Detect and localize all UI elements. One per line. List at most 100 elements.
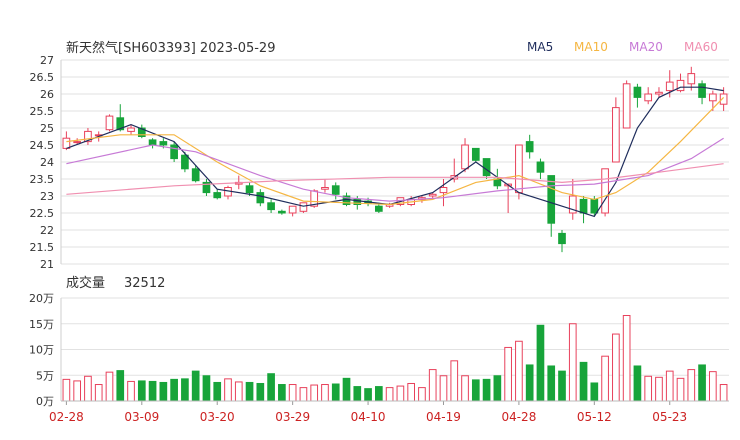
date-tick-label: 03-29 bbox=[275, 410, 310, 424]
volume-bar bbox=[181, 378, 189, 402]
volume-bar bbox=[461, 375, 469, 402]
legend-ma60: MA60 bbox=[684, 40, 718, 54]
volume-bar bbox=[342, 377, 351, 402]
candle-up bbox=[461, 144, 469, 170]
volume-bar bbox=[504, 346, 512, 402]
legend-ma20: MA20 bbox=[629, 40, 663, 54]
legend-ma10: MA10 bbox=[574, 40, 608, 54]
candle-up bbox=[127, 127, 135, 132]
candle-down bbox=[159, 141, 168, 146]
candle-up bbox=[321, 187, 329, 190]
candle-up bbox=[105, 115, 114, 131]
candle-down bbox=[493, 178, 502, 187]
candle-down bbox=[482, 158, 491, 177]
candle-up bbox=[439, 187, 448, 194]
candle-up bbox=[676, 79, 685, 92]
volume-bar bbox=[234, 381, 243, 402]
volume-bar bbox=[159, 381, 168, 402]
candle-up bbox=[601, 168, 609, 214]
candle-up bbox=[299, 202, 308, 212]
volume-bar bbox=[515, 340, 523, 402]
volume-bar bbox=[245, 381, 254, 402]
volume-bar bbox=[385, 387, 394, 402]
candle-down bbox=[547, 175, 556, 224]
volume-tick-label: 0万 bbox=[36, 395, 54, 408]
volume-bar bbox=[84, 375, 92, 402]
volume-bar bbox=[364, 388, 372, 402]
ma-line-ma20 bbox=[66, 137, 724, 202]
volume-bar bbox=[170, 378, 178, 402]
volume-bar bbox=[655, 376, 663, 402]
candle-up bbox=[73, 141, 82, 144]
candle-down bbox=[170, 144, 178, 160]
candle-up bbox=[62, 137, 71, 149]
candle-up bbox=[655, 91, 663, 95]
candle-down bbox=[579, 198, 588, 214]
candle-down bbox=[374, 205, 383, 212]
volume-bar bbox=[299, 387, 308, 402]
candle-down bbox=[148, 139, 157, 146]
price-tick-label: 22.5 bbox=[30, 207, 55, 220]
volume-value: 32512 bbox=[124, 276, 165, 291]
volume-bar bbox=[374, 386, 383, 402]
volume-bars bbox=[62, 315, 728, 402]
legend-ma5: MA5 bbox=[527, 40, 553, 54]
volume-bar bbox=[719, 384, 728, 402]
price-tick-label: 24 bbox=[40, 156, 54, 169]
volume-bar bbox=[137, 380, 146, 402]
candle-down bbox=[558, 232, 566, 245]
volume-bar bbox=[321, 384, 329, 402]
volume-bar bbox=[191, 370, 200, 402]
volume-bar bbox=[482, 378, 491, 402]
candle-down bbox=[331, 185, 340, 195]
candle-up bbox=[288, 205, 297, 214]
volume-bar bbox=[439, 375, 448, 402]
volume-bar bbox=[127, 380, 135, 402]
volume-tick-label: 15万 bbox=[29, 318, 54, 331]
volume-bar bbox=[612, 333, 620, 402]
candle-down bbox=[590, 198, 599, 214]
candle-down bbox=[525, 141, 534, 153]
candle-down bbox=[181, 154, 189, 170]
date-tick-label: 02-28 bbox=[49, 410, 84, 424]
volume-bar bbox=[687, 369, 696, 402]
volume-bar bbox=[471, 379, 480, 402]
candle-down bbox=[191, 168, 200, 182]
price-tick-label: 22 bbox=[40, 224, 54, 237]
candle-down bbox=[278, 210, 286, 214]
price-tick-label: 21 bbox=[40, 258, 54, 271]
date-axis: 02-28 03-09 03-20 03-29 04-10 04-19 04-28 05-12… bbox=[49, 400, 729, 424]
volume-bar bbox=[62, 378, 71, 402]
volume-bar bbox=[558, 370, 566, 402]
volume-bar bbox=[622, 315, 631, 402]
volume-bar bbox=[353, 386, 362, 402]
volume-bar bbox=[547, 365, 556, 402]
volume-bar bbox=[224, 378, 232, 402]
volume-bar bbox=[116, 370, 125, 402]
volume-bar bbox=[536, 324, 545, 402]
price-tick-label: 26 bbox=[40, 88, 54, 101]
price-tick-label: 27 bbox=[40, 54, 54, 67]
volume-tick-label: 5万 bbox=[36, 369, 54, 382]
volume-bar bbox=[407, 382, 416, 402]
candle-up bbox=[644, 93, 653, 102]
volume-bar bbox=[267, 373, 275, 402]
volume-bar bbox=[288, 384, 297, 402]
candle-down bbox=[256, 192, 265, 204]
volume-bar bbox=[148, 380, 157, 402]
price-tick-label: 21.5 bbox=[30, 241, 55, 254]
price-tick-label: 25 bbox=[40, 122, 54, 135]
date-tick-label: 03-09 bbox=[124, 410, 159, 424]
price-axis: 21 21.5 22 22.5 23 23.5 24 24.5 25 25.5 26 26.5 27 bbox=[30, 54, 55, 271]
candle-down bbox=[245, 185, 254, 194]
candle-up bbox=[515, 144, 523, 194]
volume-bar bbox=[331, 383, 340, 402]
volume-tick-label: 10万 bbox=[29, 344, 54, 357]
date-tick-label: 03-20 bbox=[200, 410, 235, 424]
volume-bar bbox=[601, 355, 609, 402]
volume-bar bbox=[698, 364, 706, 402]
volume-bar bbox=[396, 385, 405, 402]
stock-chart: 新天然气[SH603393] 2023-05-29 MA5 MA10 MA20 … bbox=[29, 40, 729, 424]
volume-bar bbox=[418, 387, 426, 402]
candle-up bbox=[612, 107, 620, 163]
